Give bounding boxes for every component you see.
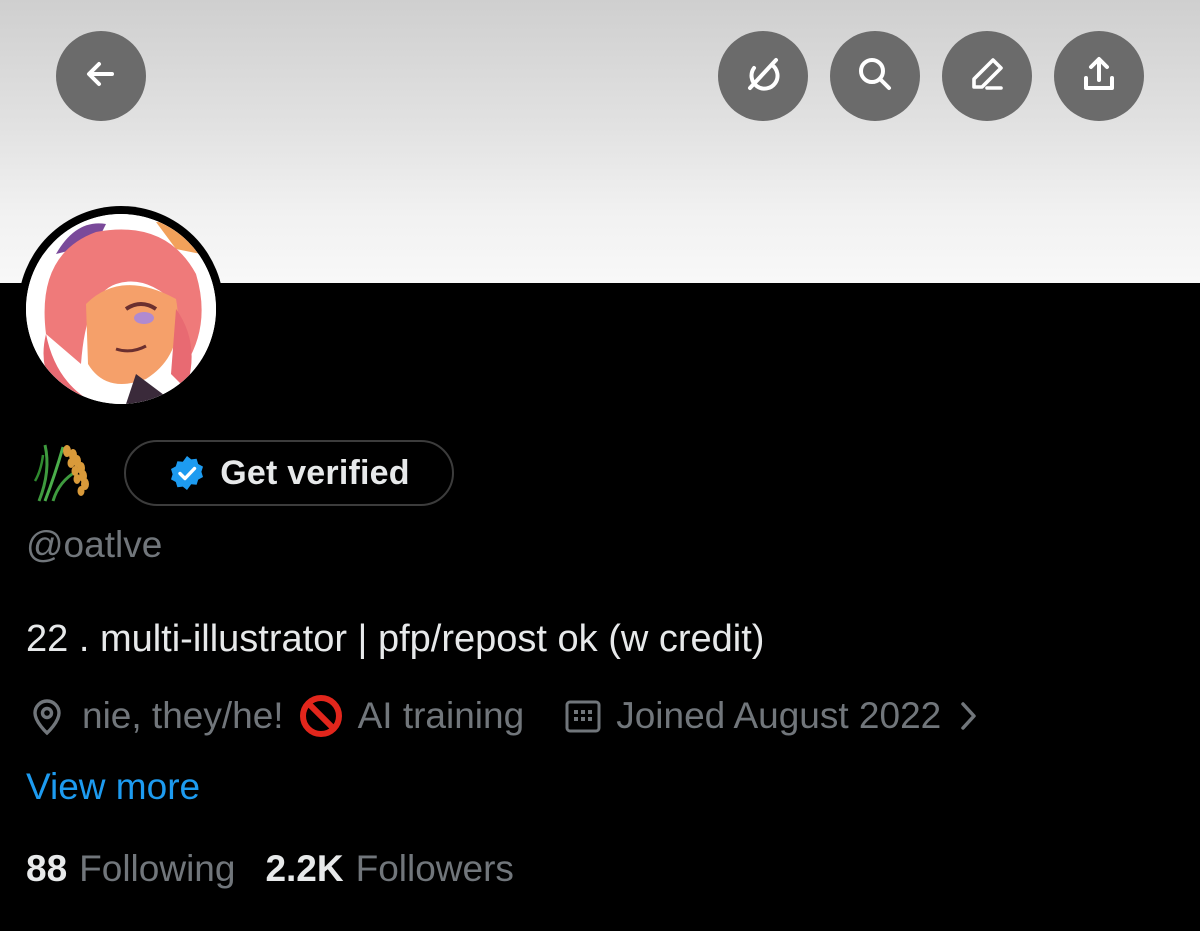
avatar[interactable] [18,206,224,412]
grok-icon [741,52,785,101]
avatar-image [26,214,216,404]
profile-joined-date: Joined August 2022 [616,695,942,736]
search-button[interactable] [830,31,920,121]
back-button[interactable] [56,31,146,121]
verified-badge-icon [168,454,206,492]
arrow-left-icon [79,52,123,101]
edit-button[interactable] [942,31,1032,121]
edit-icon [965,52,1009,101]
view-more-link[interactable]: View more [26,766,200,808]
location-pin-icon [26,695,68,737]
follow-stats: 88 Following 2.2K Followers [26,848,514,890]
get-verified-button[interactable]: Get verified [124,440,454,506]
chevron-right-icon[interactable] [955,699,981,733]
profile-location: nie, they/he! [82,695,284,736]
followers-label: Followers [355,848,514,889]
following-count: 88 [26,848,68,889]
profile-meta: nie, they/he! AI training Joined August … [26,691,981,741]
search-icon [853,52,897,101]
share-icon [1077,52,1121,101]
followers-count: 2.2K [265,848,344,889]
get-verified-label: Get verified [220,453,410,492]
profile-location-suffix: AI training [357,695,525,736]
share-button[interactable] [1054,31,1144,121]
following-stat[interactable]: 88 Following [26,848,235,890]
profile-handle: @oatlve [26,524,163,565]
calendar-icon [564,697,602,735]
rice-emoji-icon [28,439,98,505]
profile-page: Get verified @oatlve 22 . multi-illustra… [0,0,1200,931]
followers-stat[interactable]: 2.2K Followers [265,848,513,890]
following-label: Following [79,848,236,889]
profile-bio: 22 . multi-illustrator | pfp/repost ok (… [26,618,765,660]
display-name [28,439,98,505]
prohibited-emoji-icon [298,693,344,739]
grok-button[interactable] [718,31,808,121]
